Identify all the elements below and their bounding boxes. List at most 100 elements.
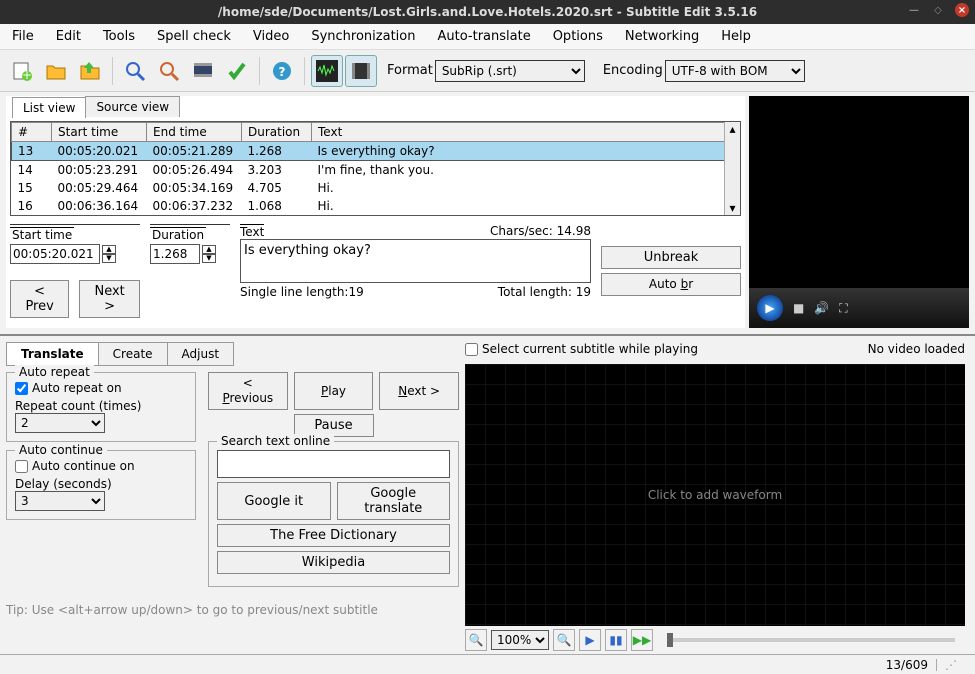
start-time-input[interactable]: [10, 244, 100, 264]
freedict-button[interactable]: The Free Dictionary: [217, 524, 450, 547]
menu-help[interactable]: Help: [721, 29, 751, 44]
save-icon[interactable]: [74, 55, 106, 87]
autobr-button[interactable]: Auto br: [601, 273, 741, 296]
zoom-select[interactable]: 100%: [491, 630, 549, 650]
menu-edit[interactable]: Edit: [56, 29, 81, 44]
prev-button[interactable]: < Prev: [10, 280, 69, 318]
col-end[interactable]: End time: [147, 123, 242, 142]
tab-translate[interactable]: Translate: [6, 342, 99, 366]
menu-spellcheck[interactable]: Spell check: [157, 29, 231, 44]
menu-sync[interactable]: Synchronization: [311, 29, 415, 44]
menu-file[interactable]: File: [12, 29, 34, 44]
next-button[interactable]: Next >: [79, 280, 140, 318]
zoom-in-icon[interactable]: 🔍: [553, 629, 575, 651]
encoding-select[interactable]: UTF-8 with BOM: [665, 60, 805, 82]
position-slider[interactable]: [667, 638, 955, 642]
fullscreen-icon[interactable]: ⛶: [839, 301, 847, 316]
spellcheck-icon[interactable]: [221, 55, 253, 87]
new-icon[interactable]: +: [6, 55, 38, 87]
table-row[interactable]: 1600:06:36.16400:06:37.2321.068Hi.: [12, 197, 740, 215]
menu-options[interactable]: Options: [553, 29, 603, 44]
window-title: /home/sde/Documents/Lost.Girls.and.Love.…: [218, 5, 757, 19]
spin-down[interactable]: ▼: [102, 254, 116, 263]
replace-icon[interactable]: [153, 55, 185, 87]
close-icon[interactable]: ×: [955, 3, 969, 17]
table-row[interactable]: 1400:05:23.29100:05:26.4943.203I'm fine,…: [12, 161, 740, 180]
auto-repeat-group: Auto repeat Auto repeat on Repeat count …: [6, 372, 196, 442]
video-player[interactable]: ▶ ■ 🔊 ⛶: [749, 96, 969, 328]
table-row[interactable]: 1500:05:29.46400:05:34.1694.705Hi.: [12, 179, 740, 197]
google-button[interactable]: Google it: [217, 482, 331, 520]
menu-autotranslate[interactable]: Auto-translate: [437, 29, 530, 44]
waveform-placeholder: Click to add waveform: [648, 488, 782, 502]
auto-repeat-checkbox[interactable]: [15, 382, 28, 395]
encoding-label: Encoding: [603, 63, 663, 78]
wikipedia-button[interactable]: Wikipedia: [217, 551, 450, 574]
scrollbar[interactable]: ▴▾: [724, 122, 740, 215]
find-icon[interactable]: [119, 55, 151, 87]
col-dur[interactable]: Duration: [242, 123, 312, 142]
col-num[interactable]: #: [12, 123, 52, 142]
minimize-icon[interactable]: —: [907, 3, 921, 17]
video-toggle-icon[interactable]: [345, 55, 377, 87]
waveform-toggle-icon[interactable]: [311, 55, 343, 87]
maximize-icon[interactable]: ◇: [931, 3, 945, 17]
toolbar: + ? Format SubRip (.srt) Encoding UTF-8 …: [0, 50, 975, 92]
spin-down[interactable]: ▼: [202, 254, 216, 263]
select-while-playing-checkbox[interactable]: [465, 343, 478, 356]
spin-up[interactable]: ▲: [202, 245, 216, 254]
auto-continue-checkbox[interactable]: [15, 460, 28, 473]
tab-create[interactable]: Create: [98, 342, 168, 366]
cps-label: Chars/sec: 14.98: [490, 224, 591, 239]
svg-text:+: +: [22, 68, 32, 82]
text-input[interactable]: Is everything okay?: [240, 239, 591, 283]
waveform-area[interactable]: Click to add waveform: [465, 364, 965, 626]
svg-text:?: ?: [279, 65, 286, 79]
menu-tools[interactable]: Tools: [103, 29, 135, 44]
total-len-label: Total length: 19: [498, 285, 591, 299]
title-bar: /home/sde/Documents/Lost.Girls.and.Love.…: [0, 0, 975, 24]
wf-play-icon[interactable]: ▶: [579, 629, 601, 651]
translate-panel: Translate Create Adjust Auto repeat Auto…: [0, 336, 465, 654]
tab-source-view[interactable]: Source view: [85, 96, 180, 117]
wf-center-icon[interactable]: ▮▮: [605, 629, 627, 651]
visual-sync-icon[interactable]: [187, 55, 219, 87]
resize-grip-icon[interactable]: ⋰: [945, 658, 955, 672]
duration-input[interactable]: [150, 244, 200, 264]
tab-list-view[interactable]: List view: [12, 97, 86, 118]
unbreak-button[interactable]: Unbreak: [601, 246, 741, 269]
subtitle-table[interactable]: # Start time End time Duration Text 1300…: [10, 121, 741, 216]
table-row[interactable]: 1300:05:20.02100:05:21.2891.268Is everyt…: [12, 142, 740, 161]
volume-icon[interactable]: 🔊: [814, 301, 829, 315]
col-text[interactable]: Text: [312, 123, 740, 142]
auto-continue-group: Auto continue Auto continue on Delay (se…: [6, 450, 196, 520]
search-online-group: Search text online Google itGoogle trans…: [208, 441, 459, 587]
next-sub-button[interactable]: Next >: [379, 372, 459, 410]
no-video-label: No video loaded: [868, 342, 965, 360]
spin-up[interactable]: ▲: [102, 245, 116, 254]
play-icon[interactable]: ▶: [757, 295, 783, 321]
repeat-count-select[interactable]: 2: [15, 413, 105, 433]
waveform-panel: Select current subtitle while playing No…: [465, 336, 975, 654]
menu-networking[interactable]: Networking: [625, 29, 699, 44]
open-icon[interactable]: [40, 55, 72, 87]
format-select[interactable]: SubRip (.srt): [435, 60, 585, 82]
repeat-count-label: Repeat count (times): [15, 399, 187, 413]
video-seek-bar[interactable]: [755, 288, 963, 291]
menu-video[interactable]: Video: [253, 29, 289, 44]
zoom-out-icon[interactable]: 🔍: [465, 629, 487, 651]
menu-bar: File Edit Tools Spell check Video Synchr…: [0, 24, 975, 50]
col-start[interactable]: Start time: [52, 123, 147, 142]
start-time-label: Start time: [10, 227, 74, 242]
subtitle-list-pane: List view Source view # Start time End t…: [6, 96, 745, 328]
play-button[interactable]: Play: [294, 372, 374, 410]
gtranslate-button[interactable]: Google translate: [337, 482, 451, 520]
stop-icon[interactable]: ■: [793, 301, 804, 315]
status-bar: 13/609 ⋰: [0, 654, 975, 674]
delay-select[interactable]: 3: [15, 491, 105, 511]
help-icon[interactable]: ?: [266, 55, 298, 87]
wf-ff-icon[interactable]: ▶▶: [631, 629, 653, 651]
tab-adjust[interactable]: Adjust: [167, 342, 235, 366]
previous-button[interactable]: < Previous: [208, 372, 288, 410]
search-input[interactable]: [217, 450, 450, 478]
